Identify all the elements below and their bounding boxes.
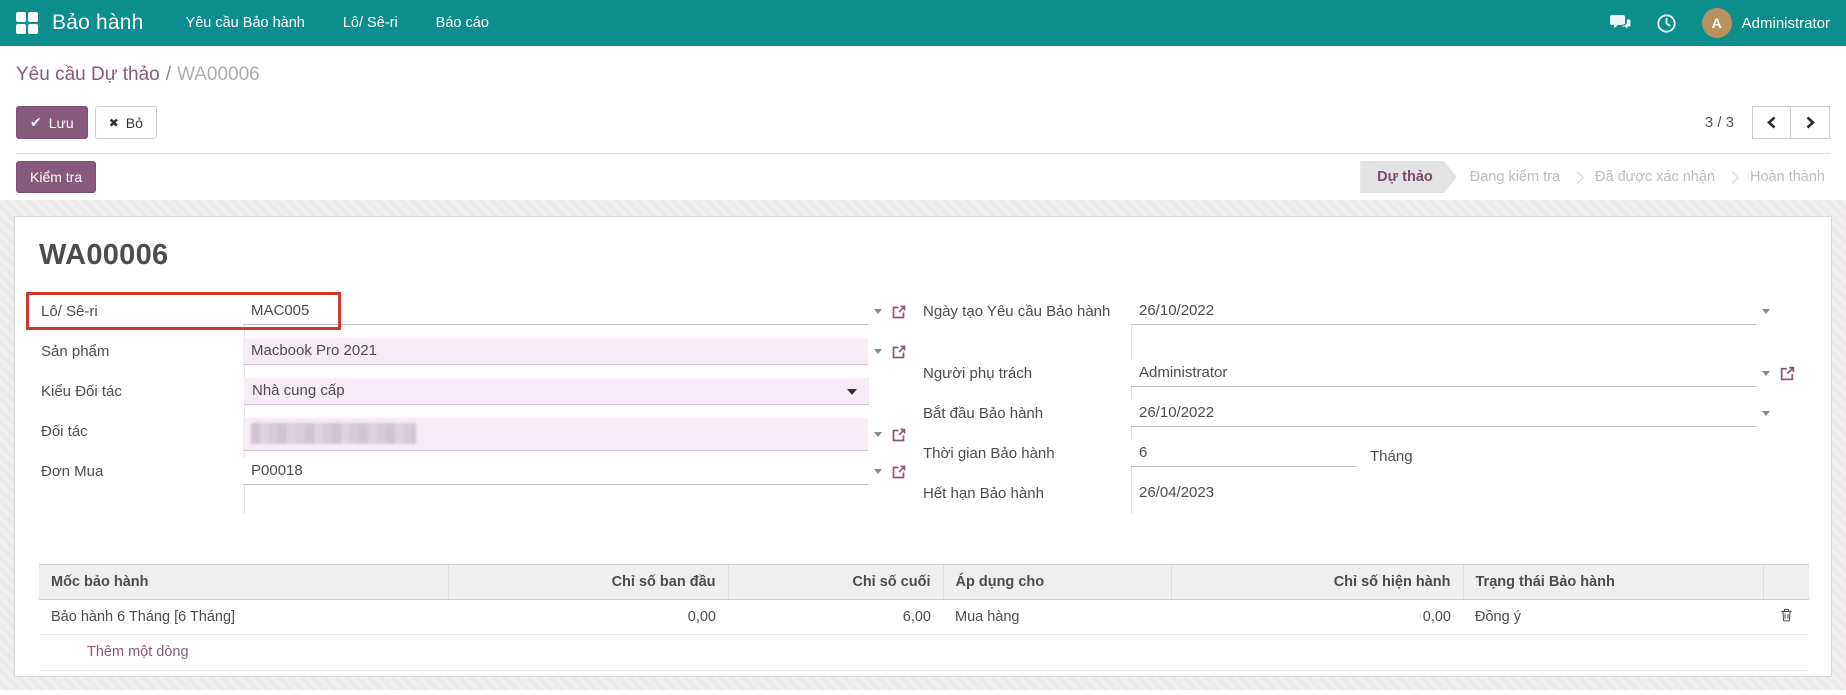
partner-input[interactable] <box>243 418 868 451</box>
pager-count: 3 / 3 <box>1705 114 1734 131</box>
select-chevron-icon <box>847 389 857 395</box>
status-step-checking[interactable]: Đang kiểm tra <box>1457 169 1573 185</box>
dropdown-caret-icon[interactable] <box>1762 371 1770 376</box>
field-row-purchase-order: Đơn Mua P00018 <box>39 458 907 498</box>
field-row-request-date: Ngày tạo Yêu cầu Bảo hành 26/10/2022 <box>921 298 1807 360</box>
chevron-left-icon <box>1765 115 1778 130</box>
messages-icon[interactable] <box>1610 12 1632 34</box>
col-header-actions <box>1763 565 1809 600</box>
top-nav-bar: Bảo hành Yêu cầu Bảo hành Lô/ Sê-ri Báo … <box>0 0 1846 46</box>
cell-apply-to[interactable]: Mua hàng <box>943 600 1171 635</box>
cell-warranty-status[interactable]: Đồng ý <box>1463 600 1763 635</box>
user-menu[interactable]: A Administrator <box>1702 8 1830 38</box>
cell-milestone[interactable]: Bảo hành 6 Tháng [6 Tháng] <box>39 600 448 635</box>
milestone-table: Mốc bảo hành Chỉ số ban đầu Chỉ số cuối … <box>39 564 1809 635</box>
warranty-duration-input[interactable]: 6 <box>1131 440 1356 467</box>
x-icon: ✖ <box>109 116 119 130</box>
field-label-product: Sản phẩm <box>39 338 243 360</box>
col-header-warranty-status[interactable]: Trạng thái Bảo hành <box>1463 565 1763 600</box>
username: Administrator <box>1742 15 1830 32</box>
external-link-icon[interactable] <box>891 464 907 480</box>
form-sheet: WA00006 Lô/ Sê-ri MAC005 Sản phẩm <box>14 216 1832 677</box>
redacted-value <box>251 423 416 444</box>
dropdown-caret-icon[interactable] <box>1762 309 1770 314</box>
discard-button[interactable]: ✖ Bỏ <box>95 106 157 139</box>
menu-reports[interactable]: Báo cáo <box>436 15 489 31</box>
cell-final-index[interactable]: 6,00 <box>728 600 943 635</box>
breadcrumb-current: WA00006 <box>177 64 260 85</box>
warranty-expiry-value: 26/04/2023 <box>1131 480 1756 506</box>
apps-grid-icon[interactable] <box>16 12 38 34</box>
field-label-warranty-expiry: Hết hạn Bảo hành <box>921 480 1131 502</box>
nav-menu: Yêu cầu Bảo hành Lô/ Sê-ri Báo cáo <box>186 15 489 31</box>
duration-unit-label: Tháng <box>1370 443 1413 465</box>
field-row-product: Sản phẩm Macbook Pro 2021 <box>39 338 907 378</box>
status-steps: Dự thảo Đang kiểm tra Đã được xác nhận H… <box>1360 161 1838 193</box>
field-row-partner: Đối tác <box>39 418 907 458</box>
field-row-responsible: Người phụ trách Administrator <box>921 360 1807 400</box>
field-row-warranty-expiry: Hết hạn Bảo hành 26/04/2023 <box>921 480 1807 520</box>
dropdown-caret-icon[interactable] <box>874 469 882 474</box>
col-header-current-index[interactable]: Chỉ số hiện hành <box>1171 565 1463 600</box>
avatar: A <box>1702 8 1732 38</box>
col-header-milestone[interactable]: Mốc bảo hành <box>39 565 448 600</box>
field-label-partner-type: Kiểu Đối tác <box>39 378 244 400</box>
field-label-responsible: Người phụ trách <box>921 360 1131 382</box>
request-date-input[interactable]: 26/10/2022 <box>1131 298 1756 325</box>
partner-type-select[interactable]: Nhà cung cấp <box>244 378 869 405</box>
app-name[interactable]: Bảo hành <box>52 11 144 35</box>
table-header-row: Mốc bảo hành Chỉ số ban đầu Chỉ số cuối … <box>39 565 1809 600</box>
menu-warranty-requests[interactable]: Yêu cầu Bảo hành <box>186 15 305 31</box>
breadcrumb: Yêu cầu Dự thảo/WA00006 <box>16 46 1830 86</box>
warranty-start-input[interactable]: 26/10/2022 <box>1131 400 1756 427</box>
cell-current-index[interactable]: 0,00 <box>1171 600 1463 635</box>
status-step-done[interactable]: Hoàn thành <box>1737 169 1838 185</box>
delete-row-button[interactable] <box>1763 600 1809 635</box>
external-link-icon[interactable] <box>891 344 907 360</box>
field-label-request-date: Ngày tạo Yêu cầu Bảo hành <box>921 298 1131 320</box>
field-label-warranty-duration: Thời gian Bảo hành <box>921 440 1131 462</box>
trash-icon <box>1779 607 1794 623</box>
purchase-order-input[interactable]: P00018 <box>243 458 868 485</box>
chevron-right-icon <box>1804 115 1817 130</box>
dropdown-caret-icon[interactable] <box>1762 411 1770 416</box>
breadcrumb-separator: / <box>160 64 177 85</box>
check-action-button[interactable]: Kiểm tra <box>16 161 96 193</box>
pager-previous-button[interactable] <box>1752 106 1791 139</box>
field-row-warranty-duration: Thời gian Bảo hành 6 Tháng <box>921 440 1807 480</box>
responsible-input[interactable]: Administrator <box>1131 360 1756 387</box>
col-header-final-index[interactable]: Chỉ số cuối <box>728 565 943 600</box>
product-input[interactable]: Macbook Pro 2021 <box>243 338 868 365</box>
menu-lot-serial[interactable]: Lô/ Sê-ri <box>343 15 398 31</box>
table-row[interactable]: Bảo hành 6 Tháng [6 Tháng] 0,00 6,00 Mua… <box>39 600 1809 635</box>
external-link-icon[interactable] <box>1779 365 1796 382</box>
field-row-partner-type: Kiểu Đối tác Nhà cung cấp <box>39 378 907 418</box>
lot-serial-input[interactable]: MAC005 <box>243 298 868 325</box>
status-step-confirmed[interactable]: Đã được xác nhận <box>1582 169 1728 185</box>
col-header-initial-index[interactable]: Chỉ số ban đầu <box>448 565 728 600</box>
save-button[interactable]: ✔ Lưu <box>16 106 88 139</box>
field-row-warranty-start: Bắt đầu Bảo hành 26/10/2022 <box>921 400 1807 440</box>
col-header-apply-to[interactable]: Áp dụng cho <box>943 565 1171 600</box>
dropdown-caret-icon[interactable] <box>874 309 882 314</box>
pager-next-button[interactable] <box>1791 106 1830 139</box>
dropdown-caret-icon[interactable] <box>874 349 882 354</box>
field-label-purchase-order: Đơn Mua <box>39 458 243 480</box>
breadcrumb-parent[interactable]: Yêu cầu Dự thảo <box>16 64 160 85</box>
dropdown-caret-icon[interactable] <box>874 432 882 437</box>
field-row-lot-serial: Lô/ Sê-ri MAC005 <box>39 298 907 338</box>
external-link-icon[interactable] <box>891 427 907 443</box>
add-line-link[interactable]: Thêm một dòng <box>39 635 1809 671</box>
record-title: WA00006 <box>39 239 1807 272</box>
field-label-warranty-start: Bắt đầu Bảo hành <box>921 400 1131 422</box>
check-icon: ✔ <box>30 114 42 131</box>
status-step-draft[interactable]: Dự thảo <box>1360 161 1457 193</box>
field-label-lot-serial: Lô/ Sê-ri <box>39 298 243 320</box>
activity-clock-icon[interactable] <box>1656 12 1678 34</box>
external-link-icon[interactable] <box>891 304 907 320</box>
cell-initial-index[interactable]: 0,00 <box>448 600 728 635</box>
page-background: WA00006 Lô/ Sê-ri MAC005 Sản phẩm <box>0 200 1846 690</box>
field-label-partner: Đối tác <box>39 418 243 440</box>
